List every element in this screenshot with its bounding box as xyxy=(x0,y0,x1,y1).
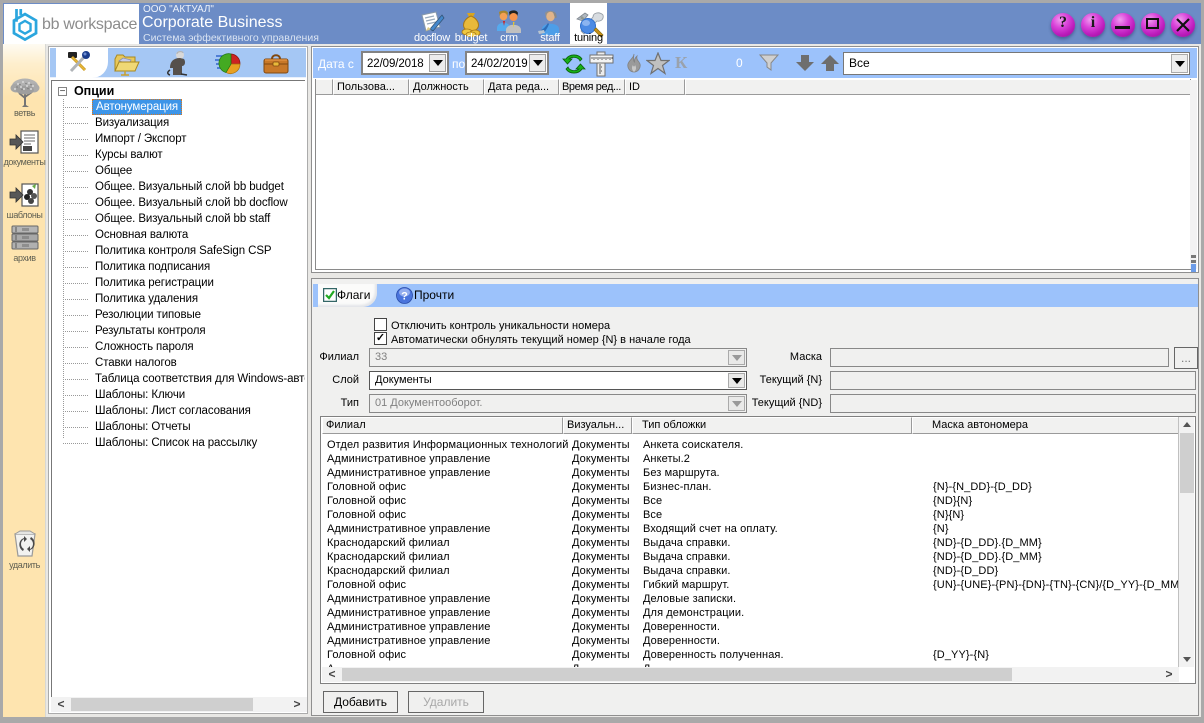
svg-text:?: ? xyxy=(401,291,408,303)
